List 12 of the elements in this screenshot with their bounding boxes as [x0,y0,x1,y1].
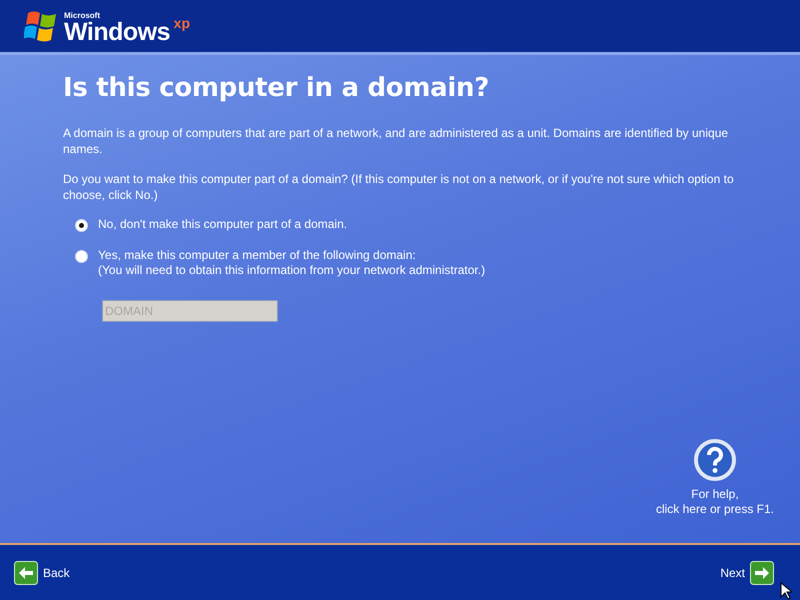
next-button[interactable]: Next [720,560,774,584]
option-note: (You will need to obtain this information from your network administrator.) [98,263,486,278]
description-text: A domain is a group of computers that are part of a network, and are administered as a unit. Domains are identified by unique names. [63,125,730,157]
maker-name: Microsoft [64,10,101,20]
option-label[interactable]: No, don't make this computer part of a domain. [98,217,348,232]
help-text[interactable]: For help, click here or press F1. [656,487,774,517]
back-button[interactable]: Back [14,560,70,584]
option-label[interactable]: Yes, make this computer a member of the following domain: [98,248,486,263]
product-name: Windows [64,20,170,44]
page-title: Is this computer in a domain? [63,73,490,103]
description-text: Do you want to make this computer part of a domain? (If this computer is not on a network, or if you're not sure which option to choose, click No.) [63,171,735,203]
edition-name: xp [174,14,190,30]
